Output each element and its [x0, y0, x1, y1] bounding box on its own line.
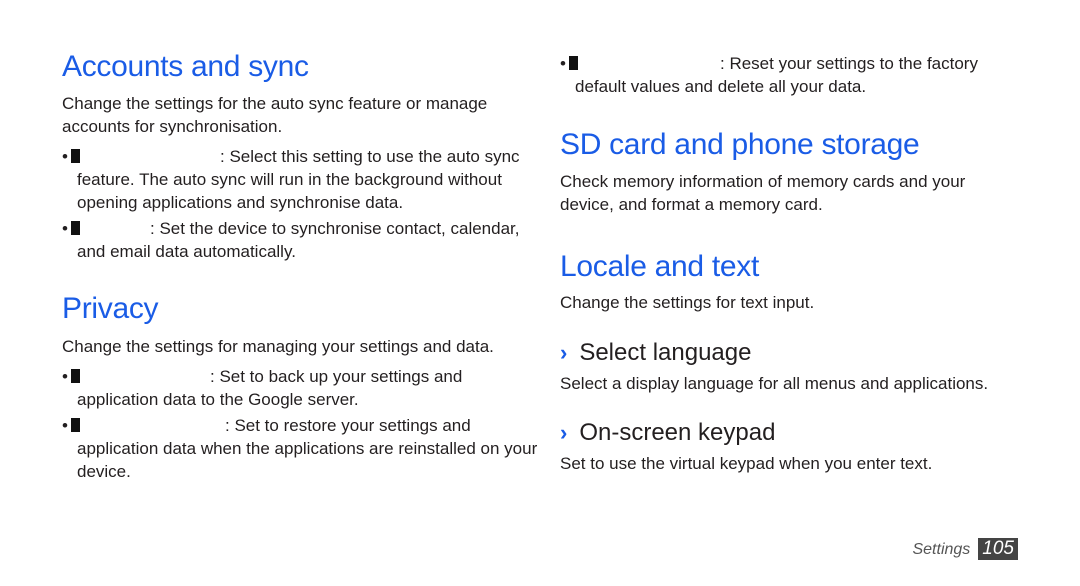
auto-sync-desc: : Select this setting to use the auto sy…: [77, 147, 520, 212]
footer-section: Settings: [912, 541, 971, 558]
locale-text-intro: Change the settings for text input.: [560, 293, 815, 312]
restore-item: • : Set to restore your settings and appl…: [62, 414, 547, 483]
privacy-heading: Privacy: [62, 292, 159, 325]
select-language-desc: Select a display language for all menus …: [560, 374, 989, 393]
onscreen-keypad-heading: › On-screen keypad: [560, 419, 775, 447]
locale-text-heading: Locale and text: [560, 250, 759, 283]
backup-item: • : Set to back up your settings and appl…: [62, 365, 517, 411]
sd-storage-intro: Check memory information of memory cards…: [560, 172, 966, 214]
redacted-label-icon: [569, 56, 578, 70]
bullet-icon: •: [62, 416, 68, 435]
restore-desc: : Set to restore your settings and appli…: [77, 416, 538, 481]
factory-reset-desc: : Reset your settings to the factory def…: [575, 54, 978, 96]
select-language-heading: › Select language: [560, 339, 751, 367]
accounts-sync-heading: Accounts and sync: [62, 50, 309, 83]
onscreen-keypad-title: On-screen keypad: [579, 419, 776, 446]
page-footer: Settings 105: [912, 538, 1018, 560]
bullet-icon: •: [62, 219, 68, 238]
redacted-label-icon: [71, 418, 80, 432]
privacy-intro: Change the settings for managing your se…: [62, 337, 494, 356]
bullet-icon: •: [62, 367, 68, 386]
backup-desc: : Set to back up your settings and appli…: [77, 367, 463, 409]
auto-sync-data-desc: : Set the device to synchronise contact,…: [77, 219, 520, 261]
select-language-title: Select language: [579, 339, 752, 366]
auto-sync-item: • : Select this setting to use the auto s…: [62, 145, 537, 214]
page-number: 105: [978, 538, 1018, 560]
sd-storage-heading: SD card and phone storage: [560, 128, 920, 161]
redacted-label-icon: [71, 221, 80, 235]
bullet-icon: •: [62, 147, 68, 166]
chevron-right-icon: ›: [560, 340, 568, 365]
bullet-icon: •: [560, 54, 566, 73]
accounts-sync-intro: Change the settings for the auto sync fe…: [62, 94, 488, 136]
redacted-label-icon: [71, 369, 80, 383]
chevron-right-icon: ›: [560, 420, 568, 445]
factory-reset-item: • : Reset your settings to the factory de…: [560, 52, 1020, 98]
auto-sync-data-item: • : Set the device to synchronise contact…: [62, 217, 537, 263]
onscreen-keypad-desc: Set to use the virtual keypad when you e…: [560, 454, 933, 473]
redacted-label-icon: [71, 149, 80, 163]
